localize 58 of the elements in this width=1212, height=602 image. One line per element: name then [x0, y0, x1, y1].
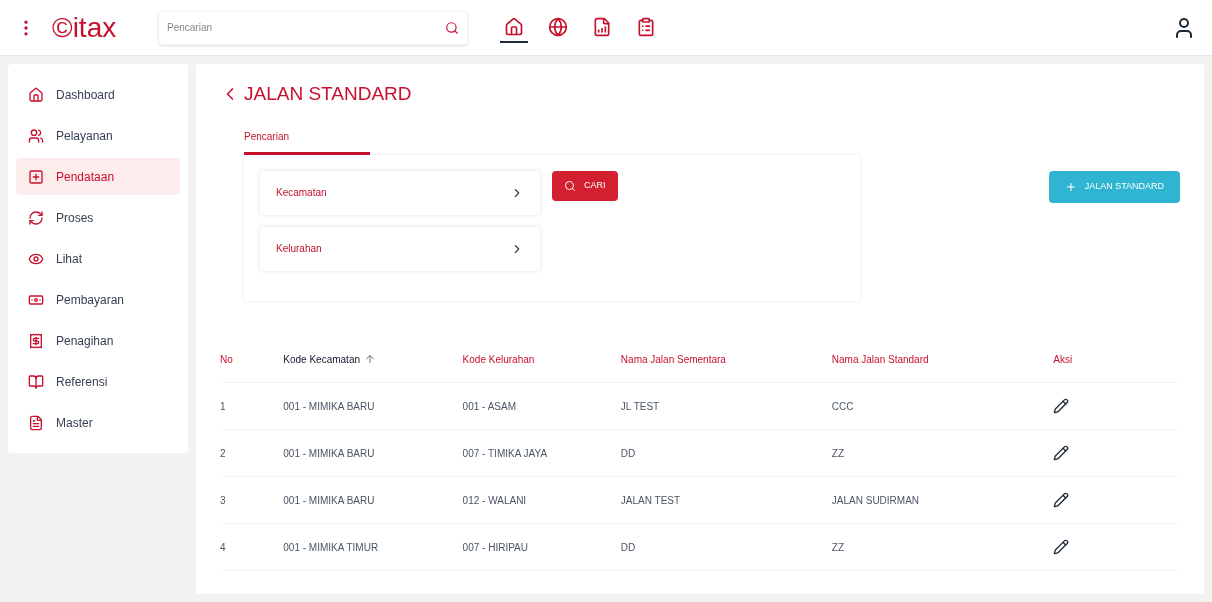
filter-dropdown[interactable]: Kecamatan — [260, 170, 540, 215]
table-cell: 007 - TIMIKA JAYA — [462, 447, 548, 459]
sidebar-item[interactable]: Proses — [16, 199, 180, 236]
table-cell: 001 - MIMIKA BARU — [283, 494, 375, 506]
table-cell: DD — [620, 541, 636, 553]
column-header[interactable]: Nama Jalan Standard — [831, 351, 929, 367]
table-cell: ZZ — [831, 541, 845, 553]
logo: ©itax — [52, 10, 118, 45]
column-header[interactable]: No — [220, 351, 233, 367]
table-cell: 001 - MIMIKA BARU — [283, 447, 375, 459]
search-field[interactable]: Pencarian — [158, 10, 468, 45]
table-cell: JALAN TEST — [620, 494, 681, 506]
table-cell: CCC — [831, 400, 854, 412]
filter-dropdown[interactable]: Kelurahan — [260, 226, 540, 271]
sidebar-item[interactable]: Dashboard — [16, 76, 180, 113]
column-header[interactable]: Aksi — [1053, 351, 1073, 367]
table-cell: 007 - HIRIPAU — [462, 541, 528, 553]
home-icon — [28, 86, 44, 103]
table-cell: DD — [620, 447, 636, 459]
table-cell: 2 — [220, 447, 226, 459]
page-title: JALAN STANDARD — [244, 82, 412, 106]
column-header[interactable]: Nama Jalan Sementara — [620, 351, 726, 367]
edit-icon[interactable] — [1053, 492, 1070, 508]
users-icon — [28, 127, 44, 144]
column-header[interactable]: Kode Kecamatan — [283, 351, 376, 367]
sidebar-item[interactable]: Penagihan — [16, 322, 180, 359]
sidebar-item[interactable]: Master — [16, 404, 180, 441]
edit-icon[interactable] — [1053, 445, 1070, 461]
column-header[interactable]: Kode Kelurahan — [462, 351, 535, 367]
sidebar-item[interactable]: Pendataan — [16, 158, 180, 195]
table-cell: 3 — [220, 494, 226, 506]
table-cell: 001 - MIMIKA TIMUR — [283, 541, 379, 553]
plus-icon — [1064, 180, 1077, 193]
search-icon — [564, 179, 576, 192]
edit-icon[interactable] — [1053, 398, 1070, 414]
search-button[interactable]: CARI — [552, 170, 618, 201]
search-icon[interactable] — [445, 20, 459, 35]
cycle-icon — [28, 209, 44, 226]
sidebar-item[interactable]: Lihat — [16, 240, 180, 277]
sidebar-item[interactable]: Referensi — [16, 363, 180, 400]
table-cell: JALAN SUDIRMAN — [831, 494, 920, 506]
table-cell: 012 - WALANI — [462, 494, 527, 506]
book-icon — [28, 373, 44, 390]
table-cell: 001 - ASAM — [462, 400, 516, 412]
table-cell: ZZ — [831, 447, 845, 459]
sort-arrow-icon — [364, 353, 376, 366]
plus-icon — [28, 168, 44, 185]
edit-icon[interactable] — [1053, 539, 1070, 555]
bill-icon — [28, 332, 44, 349]
sidebar-item[interactable]: Pembayaran — [16, 281, 180, 318]
table-cell: 4 — [220, 541, 226, 553]
tab[interactable]: Pencarian — [244, 128, 370, 155]
file-icon — [28, 414, 44, 431]
table-cell: JL TEST — [620, 400, 660, 412]
table-cell: 1 — [220, 400, 226, 412]
search-input[interactable]: Pencarian — [167, 20, 445, 35]
table-cell: 001 - MIMIKA BARU — [283, 400, 375, 412]
sidebar-item[interactable]: Pelayanan — [16, 117, 180, 154]
